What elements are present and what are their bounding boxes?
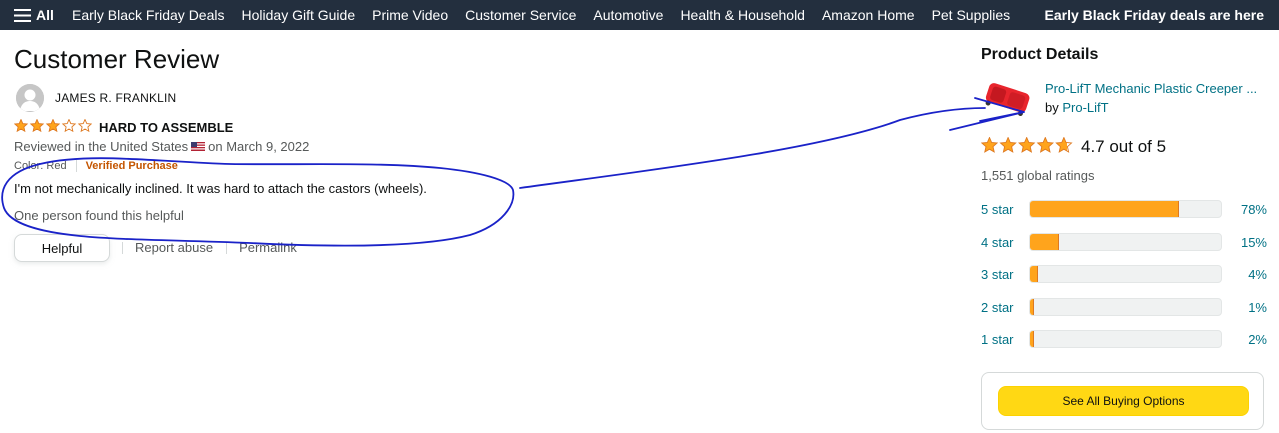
divider: [122, 241, 123, 254]
histogram-percent[interactable]: 2%: [1248, 332, 1267, 347]
histogram-row[interactable]: 4 star 15%: [981, 232, 1271, 253]
star-icon: [999, 137, 1017, 153]
histogram-bar-fill: [1030, 331, 1034, 347]
verified-purchase-badge: Verified Purchase: [85, 160, 178, 172]
histogram-row[interactable]: 3 star 4%: [981, 265, 1271, 285]
avatar-silhouette: [16, 84, 44, 112]
histogram-bar-track[interactable]: [1029, 330, 1222, 348]
all-menu-button[interactable]: All: [14, 0, 54, 30]
top-nav-bar: All Early Black Friday Deals Holiday Gif…: [0, 0, 1279, 30]
nav-link-customer-service[interactable]: Customer Service: [465, 7, 576, 23]
histogram-star-label[interactable]: 3 star: [981, 267, 1014, 282]
page-title: Customer Review: [14, 44, 220, 74]
annotation-arrow-line: [519, 107, 986, 189]
hamburger-icon: [14, 8, 31, 22]
divider: [226, 241, 228, 254]
histogram-bar-fill: [1030, 233, 1059, 250]
buying-options-box: See All Buying Options: [981, 372, 1264, 430]
variant-label[interactable]: Color: Red: [14, 160, 67, 172]
histogram-bar-fill: [1030, 298, 1034, 315]
report-abuse-link[interactable]: Report abuse: [135, 240, 213, 255]
product-name-link[interactable]: Pro-LifT Mechanic Plastic Creeper ...: [1045, 81, 1257, 96]
review-date: on March 9, 2022: [208, 139, 310, 154]
helpful-count: One person found this helpful: [14, 208, 184, 223]
nav-promo-link[interactable]: Early Black Friday deals are here: [1045, 0, 1264, 30]
us-flag-icon: [191, 142, 206, 151]
nav-links: Early Black Friday Deals Holiday Gift Gu…: [72, 0, 1027, 30]
star-icon: [981, 137, 999, 153]
histogram-percent[interactable]: 15%: [1241, 235, 1267, 250]
by-label: by: [1045, 100, 1059, 115]
star-icon: [29, 119, 45, 133]
nav-link-holiday-gift-guide[interactable]: Holiday Gift Guide: [242, 7, 356, 23]
histogram-bar-track[interactable]: [1029, 297, 1222, 316]
review-star-rating: [14, 119, 92, 133]
reviewed-in-text: Reviewed in the United States: [14, 139, 189, 154]
histogram-bar-track[interactable]: [1029, 200, 1222, 218]
all-menu-label: All: [36, 7, 54, 23]
histogram-percent[interactable]: 4%: [1248, 267, 1267, 282]
histogram-bar-fill: [1030, 201, 1179, 217]
star-icon: [61, 119, 77, 133]
histogram-star-label[interactable]: 4 star: [981, 235, 1014, 250]
histogram-percent[interactable]: 1%: [1248, 300, 1267, 315]
see-all-buying-options-button[interactable]: See All Buying Options: [998, 386, 1249, 416]
user-avatar-icon: [16, 84, 44, 112]
variant-row: Color: Red Verified Purchase: [14, 160, 178, 172]
star-icon: [1018, 137, 1036, 153]
nav-link-automotive[interactable]: Automotive: [593, 7, 663, 23]
permalink-link[interactable]: Permalink: [239, 240, 297, 255]
nav-link-prime-video[interactable]: Prime Video: [372, 7, 448, 23]
star-icon: [1055, 137, 1073, 153]
histogram-bar-track[interactable]: [1029, 232, 1222, 251]
global-ratings-count: 1,551 global ratings: [981, 168, 1095, 183]
brand-link[interactable]: Pro-LifT: [1062, 100, 1108, 115]
histogram-percent[interactable]: 78%: [1241, 202, 1267, 217]
product-star-rating[interactable]: [981, 137, 1073, 155]
star-icon: [14, 119, 29, 133]
star-icon: [77, 119, 92, 133]
histogram-star-label[interactable]: 5 star: [981, 202, 1014, 217]
star-icon: [45, 119, 61, 133]
nav-link-early-black-friday[interactable]: Early Black Friday Deals: [72, 7, 225, 23]
histogram-row[interactable]: 1 star 2%: [981, 330, 1271, 350]
histogram-bar-fill: [1030, 266, 1038, 282]
histogram-star-label[interactable]: 2 star: [981, 300, 1014, 315]
reviewer-name[interactable]: JAMES R. FRANKLIN: [55, 91, 176, 105]
histogram-row[interactable]: 2 star 1%: [981, 297, 1271, 318]
histogram-star-label[interactable]: 1 star: [981, 332, 1014, 347]
nav-link-health-household[interactable]: Health & Household: [680, 7, 805, 23]
product-details-title: Product Details: [981, 46, 1099, 63]
helpful-button[interactable]: Helpful: [14, 234, 110, 262]
divider: [75, 160, 77, 172]
histogram-bar-track[interactable]: [1029, 265, 1222, 283]
average-rating-text: 4.7 out of 5: [1081, 137, 1167, 156]
review-headline: HARD TO ASSEMBLE: [99, 120, 234, 135]
review-action-links: Report abuse Permalink: [122, 240, 310, 255]
nav-link-amazon-home[interactable]: Amazon Home: [822, 7, 915, 23]
product-byline: by Pro-LifT: [1045, 100, 1109, 115]
nav-link-pet-supplies[interactable]: Pet Supplies: [932, 7, 1011, 23]
star-icon: [1036, 137, 1054, 153]
review-body: I'm not mechanically inclined. It was ha…: [14, 181, 427, 196]
review-meta: Reviewed in the United States on March 9…: [14, 139, 309, 154]
histogram-row[interactable]: 5 star 78%: [981, 200, 1271, 220]
creeper-product-thumbnail[interactable]: [980, 80, 1036, 120]
